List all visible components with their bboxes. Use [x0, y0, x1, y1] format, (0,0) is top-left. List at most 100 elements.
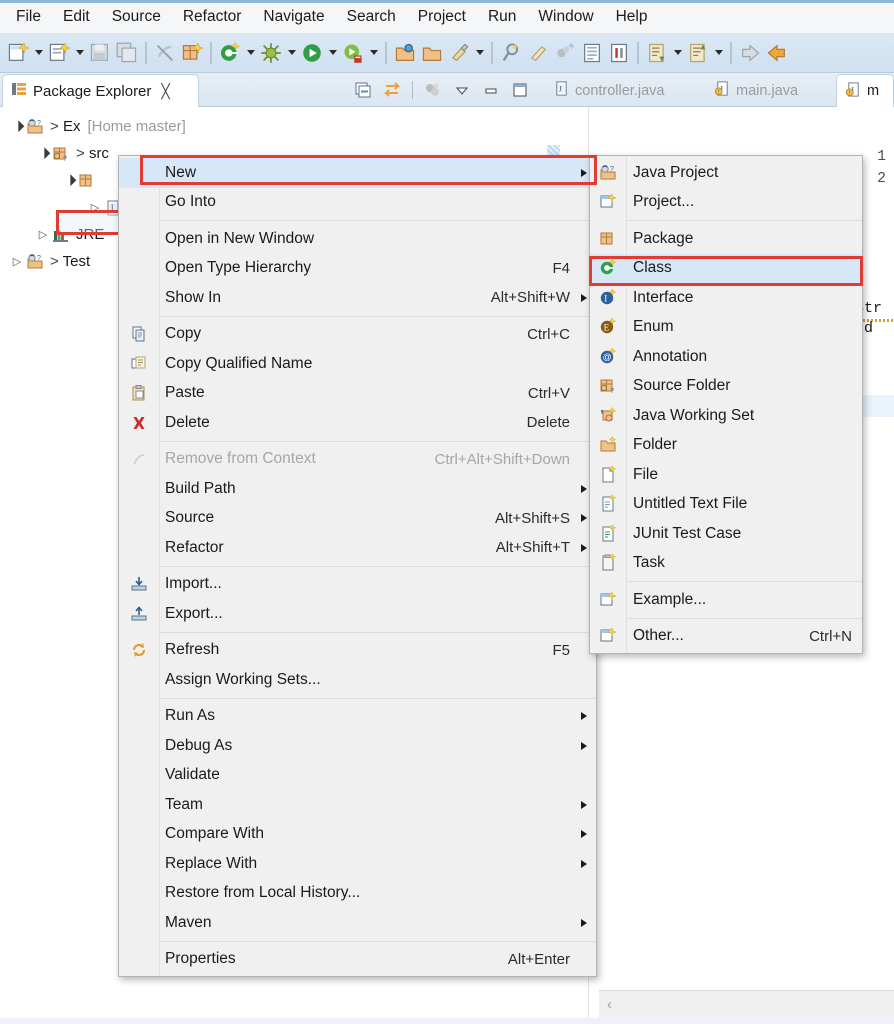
context-menu-item-build-path[interactable]: Build Path	[119, 474, 596, 504]
context-menu-item-run-as[interactable]: Run As	[119, 702, 596, 732]
link-with-editor-icon[interactable]	[379, 77, 405, 103]
context-menu-item-copy-qualified-name[interactable]: Copy Qualified Name	[119, 349, 596, 379]
outline-icon[interactable]	[579, 38, 605, 68]
collapse-all-icon[interactable]	[350, 77, 376, 103]
toggle-mark-occurrences-icon[interactable]	[152, 38, 178, 68]
context-menu-item-compare-with[interactable]: Compare With	[119, 820, 596, 850]
skip-breakpoints-icon[interactable]	[525, 38, 551, 68]
chevron-down-icon[interactable]	[285, 38, 298, 68]
back-icon[interactable]	[737, 38, 763, 68]
chevron-down-icon[interactable]	[367, 38, 380, 68]
menubar-item-help[interactable]: Help	[606, 5, 658, 29]
save-all-icon[interactable]	[114, 38, 140, 68]
menubar-item-navigate[interactable]: Navigate	[253, 5, 334, 29]
debug-icon[interactable]	[258, 38, 284, 68]
new-submenu-item-source-folder[interactable]: ? Source Folder	[590, 372, 862, 402]
pin-editor-icon[interactable]	[498, 38, 524, 68]
open-resource-icon[interactable]	[419, 38, 445, 68]
menubar-item-search[interactable]: Search	[337, 5, 406, 29]
new-submenu-item-other[interactable]: Other... Ctrl+N	[590, 622, 862, 652]
new-submenu-item-java-working-set[interactable]: Java Working Set	[590, 401, 862, 431]
context-menu-item-properties[interactable]: Properties Alt+Enter	[119, 945, 596, 975]
new-wizard-icon[interactable]	[5, 38, 31, 68]
context-menu-item-replace-with[interactable]: Replace With	[119, 849, 596, 879]
maximize-icon[interactable]	[507, 77, 533, 103]
chevron-down-icon[interactable]	[244, 38, 257, 68]
external-tools-icon[interactable]	[552, 38, 578, 68]
tree-node[interactable]: ? > Ex [Home master]	[0, 113, 541, 140]
context-menu-item-go-into[interactable]: Go Into	[119, 188, 596, 218]
context-menu-item-refresh[interactable]: Refresh F5	[119, 636, 596, 666]
menubar-item-run[interactable]: Run	[478, 5, 526, 29]
new-submenu-item-enum[interactable]: E Enum	[590, 313, 862, 343]
context-menu-item-open-type-hierarchy[interactable]: Open Type Hierarchy F4	[119, 254, 596, 284]
chevron-down-icon[interactable]	[73, 38, 86, 68]
new-submenu-item-folder[interactable]: Folder	[590, 431, 862, 461]
new-submenu-item-example[interactable]: Example...	[590, 585, 862, 615]
menubar-item-project[interactable]: Project	[408, 5, 476, 29]
context-menu-item-paste[interactable]: Paste Ctrl+V	[119, 379, 596, 409]
next-annotation-icon[interactable]	[644, 38, 670, 68]
context-menu-item-import[interactable]: Import...	[119, 570, 596, 600]
context-menu-item-delete[interactable]: Delete Delete	[119, 408, 596, 438]
chevron-down-icon[interactable]	[32, 38, 45, 68]
new-class-green-icon[interactable]	[217, 38, 243, 68]
new-java-class-icon[interactable]	[46, 38, 72, 68]
context-menu-item-new[interactable]: New	[119, 158, 596, 188]
new-submenu-item-package[interactable]: Package	[590, 224, 862, 254]
editor-tab-0[interactable]: Jcontroller.java	[545, 74, 695, 107]
context-menu-item-debug-as[interactable]: Debug As	[119, 731, 596, 761]
new-submenu-item-project[interactable]: Project...	[590, 188, 862, 218]
context-menu-item-copy[interactable]: Copy Ctrl+C	[119, 320, 596, 350]
editor-tab-2[interactable]: J! m	[836, 74, 894, 107]
twisty-expanded-icon[interactable]	[10, 120, 24, 133]
context-menu-item-assign-working-sets[interactable]: Assign Working Sets...	[119, 665, 596, 695]
view-menu-icon[interactable]	[449, 77, 475, 103]
new-package-icon[interactable]	[179, 38, 205, 68]
menubar-item-edit[interactable]: Edit	[53, 5, 100, 29]
chevron-down-icon[interactable]	[712, 38, 725, 68]
twisty-collapsed-icon[interactable]	[36, 228, 50, 241]
context-menu-item-maven[interactable]: Maven	[119, 908, 596, 938]
menubar-item-source[interactable]: Source	[102, 5, 171, 29]
chevron-down-icon[interactable]	[671, 38, 684, 68]
chevron-down-icon[interactable]	[326, 38, 339, 68]
chevron-down-icon[interactable]	[473, 38, 486, 68]
context-menu-item-source[interactable]: Source Alt+Shift+S	[119, 504, 596, 534]
close-icon[interactable]: ╳	[161, 83, 169, 100]
run-icon[interactable]	[299, 38, 325, 68]
editor-tab-1[interactable]: J! main.java	[706, 74, 826, 107]
menubar-item-file[interactable]: File	[6, 5, 51, 29]
forward-icon[interactable]	[764, 38, 790, 68]
twisty-collapsed-icon[interactable]	[88, 201, 102, 214]
twisty-expanded-icon[interactable]	[62, 174, 76, 187]
view-menu-filters-icon[interactable]	[420, 77, 446, 103]
editor-horizontal-scrollbar[interactable]: ‹	[599, 990, 894, 1018]
new-submenu-item-task[interactable]: Task	[590, 549, 862, 579]
context-menu-item-restore-from-local-history[interactable]: Restore from Local History...	[119, 879, 596, 909]
tab-package-explorer[interactable]: Package Explorer ╳	[2, 74, 199, 107]
context-menu-item-validate[interactable]: Validate	[119, 761, 596, 791]
search-icon[interactable]	[446, 38, 472, 68]
coverage-icon[interactable]	[606, 38, 632, 68]
twisty-expanded-icon[interactable]	[36, 147, 50, 160]
minimize-icon[interactable]	[478, 77, 504, 103]
context-menu-item-open-in-new-window[interactable]: Open in New Window	[119, 224, 596, 254]
previous-annotation-icon[interactable]	[685, 38, 711, 68]
new-submenu-item-interface[interactable]: I Interface	[590, 283, 862, 313]
menubar-item-window[interactable]: Window	[528, 5, 603, 29]
new-submenu-item-untitled-text-file[interactable]: Untitled Text File	[590, 490, 862, 520]
run-server-icon[interactable]	[340, 38, 366, 68]
context-menu-item-export[interactable]: Export...	[119, 599, 596, 629]
twisty-collapsed-icon[interactable]	[10, 255, 24, 268]
new-submenu-item-class[interactable]: Class	[590, 253, 862, 283]
context-menu-item-refactor[interactable]: Refactor Alt+Shift+T	[119, 533, 596, 563]
context-menu-item-show-in[interactable]: Show In Alt+Shift+W	[119, 283, 596, 313]
open-type-icon[interactable]	[392, 38, 418, 68]
new-submenu-item-java-project[interactable]: ? Java Project	[590, 158, 862, 188]
scroll-left-icon[interactable]: ‹	[607, 996, 612, 1013]
save-icon[interactable]	[87, 38, 113, 68]
new-submenu-item-annotation[interactable]: @ Annotation	[590, 342, 862, 372]
menubar-item-refactor[interactable]: Refactor	[173, 5, 252, 29]
new-submenu-item-file[interactable]: File	[590, 460, 862, 490]
